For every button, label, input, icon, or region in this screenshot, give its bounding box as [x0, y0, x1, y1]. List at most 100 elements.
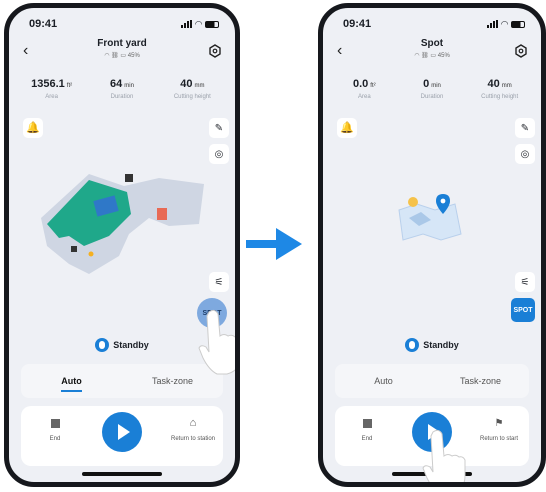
mower-state: Standby [323, 338, 541, 352]
home-indicator [82, 472, 162, 476]
link-icon: ⛓ [111, 53, 119, 59]
sun-icon [408, 197, 418, 207]
sliders-icon[interactable]: ⚟ [515, 272, 535, 292]
stat-duration: 0 min Duration [399, 78, 466, 100]
stat-cutting-height: 40 mm Cutting height [158, 78, 227, 100]
edit-map-icon[interactable]: ✎ [515, 118, 535, 138]
battery-icon: ▭ [430, 53, 437, 59]
play-button[interactable] [102, 412, 142, 452]
phone-before: 09:41 ◠ ‹ Front yard ◠ ⛓ ▭ 45% 1356.1 ft²… [4, 3, 240, 487]
stat-unit: min [431, 83, 441, 89]
wifi-icon: ◠ [501, 18, 508, 29]
cellular-icon [487, 20, 499, 28]
stat-duration: 64 min Duration [87, 78, 156, 100]
status-time: 09:41 [343, 18, 372, 30]
status-bar: 09:41 ◠ [323, 8, 541, 34]
battery-icon: ▭ [120, 53, 127, 59]
state-label: Standby [423, 340, 459, 350]
wifi-icon: ◠ [414, 53, 420, 59]
page-title: Front yard [97, 38, 147, 49]
status-icons: ◠ [181, 19, 219, 30]
device-status: ◠ ⛓ ▭ 45% [9, 52, 235, 59]
mower-icon [95, 338, 110, 352]
empty-map-illustration [398, 194, 462, 241]
stat-unit: mm [194, 83, 205, 89]
battery-icon [205, 20, 219, 28]
stat-area: 0.0 ft² Area [331, 78, 398, 100]
end-button[interactable]: End [337, 416, 397, 442]
stat-cutting-height: 40 mm Cutting height [466, 78, 533, 100]
tab-auto[interactable]: Auto [21, 364, 122, 398]
stat-value: 40 [487, 78, 500, 90]
stat-value: 64 [110, 78, 123, 90]
state-label: Standby [113, 340, 149, 350]
sliders-icon[interactable]: ⚟ [209, 272, 229, 292]
bell-icon[interactable]: 🔔 [23, 118, 43, 138]
lawn-map[interactable] [29, 166, 214, 281]
stat-unit: ft² [370, 83, 376, 89]
arrow-right-icon [246, 228, 302, 260]
locate-icon[interactable]: ◎ [515, 144, 535, 164]
stat-label: Cutting height [173, 94, 211, 100]
phone-after: 09:41 ◠ ‹ Spot ◠ ⛓ ▭ 45% 0.0 ft² Area 0 mi… [318, 3, 546, 487]
edit-map-icon[interactable]: ✎ [209, 118, 229, 138]
stats-row: 1356.1 ft² Area 64 min Duration 40 mm Cutti… [17, 78, 227, 100]
stat-label: Duration [110, 94, 134, 100]
wifi-icon: ◠ [104, 53, 110, 59]
home-icon: ⌂ [189, 417, 197, 429]
wifi-icon: ◠ [195, 18, 202, 29]
battery-percent: 45% [437, 53, 450, 59]
device-status: ◠ ⛓ ▭ 45% [323, 52, 541, 59]
stop-icon [362, 418, 372, 428]
stat-unit: mm [501, 83, 512, 89]
stat-value: 40 [180, 78, 193, 90]
map-station-icon [125, 174, 133, 182]
nav-bar: ‹ Spot ◠ ⛓ ▭ 45% [323, 38, 541, 68]
stat-value: 1356.1 [31, 78, 65, 90]
stop-icon [50, 418, 60, 428]
end-button[interactable]: End [25, 416, 85, 442]
page-title: Spot [420, 38, 444, 49]
stat-label: Area [357, 94, 371, 100]
return-label: Return to start [479, 436, 518, 442]
tap-hand-icon [422, 429, 466, 482]
mower-icon [405, 338, 420, 352]
status-bar: 09:41 ◠ [9, 8, 235, 34]
tap-hand-icon [198, 309, 235, 375]
bell-icon[interactable]: 🔔 [337, 118, 357, 138]
cellular-icon [181, 20, 193, 28]
map-marker [88, 251, 94, 257]
settings-hex-icon[interactable] [515, 44, 527, 58]
flag-icon: ⚑ [494, 417, 504, 429]
stat-unit: ft² [66, 83, 73, 89]
return-button[interactable]: ⚑ Return to start [469, 416, 529, 443]
status-time: 09:41 [29, 18, 58, 30]
control-panel: End ⌂ Return to station [21, 406, 223, 466]
mode-tabs: Auto Task-zone [21, 364, 223, 398]
end-label: End [49, 436, 61, 442]
spot-button[interactable]: SPOT [511, 298, 535, 322]
stat-area: 1356.1 ft² Area [17, 78, 86, 100]
battery-icon [511, 20, 525, 28]
tab-task-zone[interactable]: Task-zone [432, 364, 529, 398]
link-icon: ⛓ [421, 53, 429, 59]
stat-value: 0 [423, 78, 430, 90]
map-mower-icon [71, 246, 77, 252]
return-button[interactable]: ⌂ Return to station [163, 416, 223, 442]
map-obstacle [157, 208, 167, 220]
return-label: Return to station [170, 436, 216, 442]
stat-label: Duration [420, 94, 444, 100]
stat-label: Cutting height [481, 94, 519, 100]
mode-tabs: Auto Task-zone [335, 364, 529, 398]
battery-percent: 45% [127, 53, 140, 59]
stat-label: Area [45, 94, 58, 100]
end-label: End [361, 436, 373, 442]
tab-auto[interactable]: Auto [335, 364, 432, 398]
nav-bar: ‹ Front yard ◠ ⛓ ▭ 45% [9, 38, 235, 68]
settings-hex-icon[interactable] [209, 44, 221, 58]
locate-icon[interactable]: ◎ [209, 144, 229, 164]
stat-unit: min [124, 83, 134, 89]
stats-row: 0.0 ft² Area 0 min Duration 40 mm Cutting h… [331, 78, 533, 100]
stat-value: 0.0 [353, 78, 369, 90]
status-icons: ◠ [487, 19, 525, 30]
